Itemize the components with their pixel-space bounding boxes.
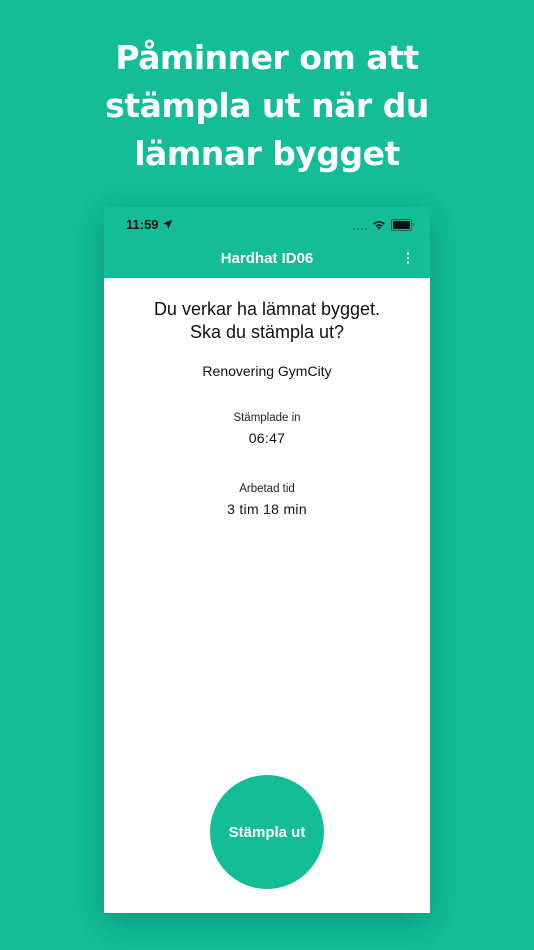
stamp-out-button[interactable]: Stämpla ut	[210, 775, 324, 889]
leave-site-prompt: Du verkar ha lämnat bygget. Ska du stämp…	[104, 298, 430, 344]
worked-time-label: Arbetad tid	[239, 483, 295, 495]
promo-line: lämnar bygget	[134, 134, 400, 173]
prompt-line-2: Ska du stämpla ut?	[189, 322, 345, 342]
battery-icon	[391, 219, 414, 231]
signal-icon	[353, 220, 367, 230]
wifi-icon	[373, 221, 385, 230]
promo-line: Påminner om att	[115, 38, 419, 77]
app-title: Hardhat ID06	[220, 250, 314, 267]
location-arrow-icon	[162, 219, 172, 230]
stamped-in-value: 06:47	[248, 430, 286, 446]
project-name: Renovering GymCity	[202, 363, 332, 379]
worked-time-value: 3 tim 18 min	[227, 501, 307, 517]
status-bar-icons	[353, 219, 414, 231]
more-vertical-icon[interactable]	[400, 249, 416, 267]
prompt-line-1: Du verkar ha lämnat bygget.	[153, 299, 381, 319]
promo-line: stämpla ut när du	[105, 86, 429, 125]
app-bar: 11:59 Hardhat ID06	[104, 207, 430, 278]
stamped-in-label: Stämplade in	[233, 412, 301, 424]
clock-text: 11:59	[126, 217, 159, 232]
phone-screen: 11:59 Hardhat ID06 Du verkar ha lämnat b…	[104, 207, 430, 913]
status-bar-time: 11:59	[126, 217, 173, 232]
promo-headline: Påminner om att stämpla ut när du lämnar…	[0, 34, 534, 178]
